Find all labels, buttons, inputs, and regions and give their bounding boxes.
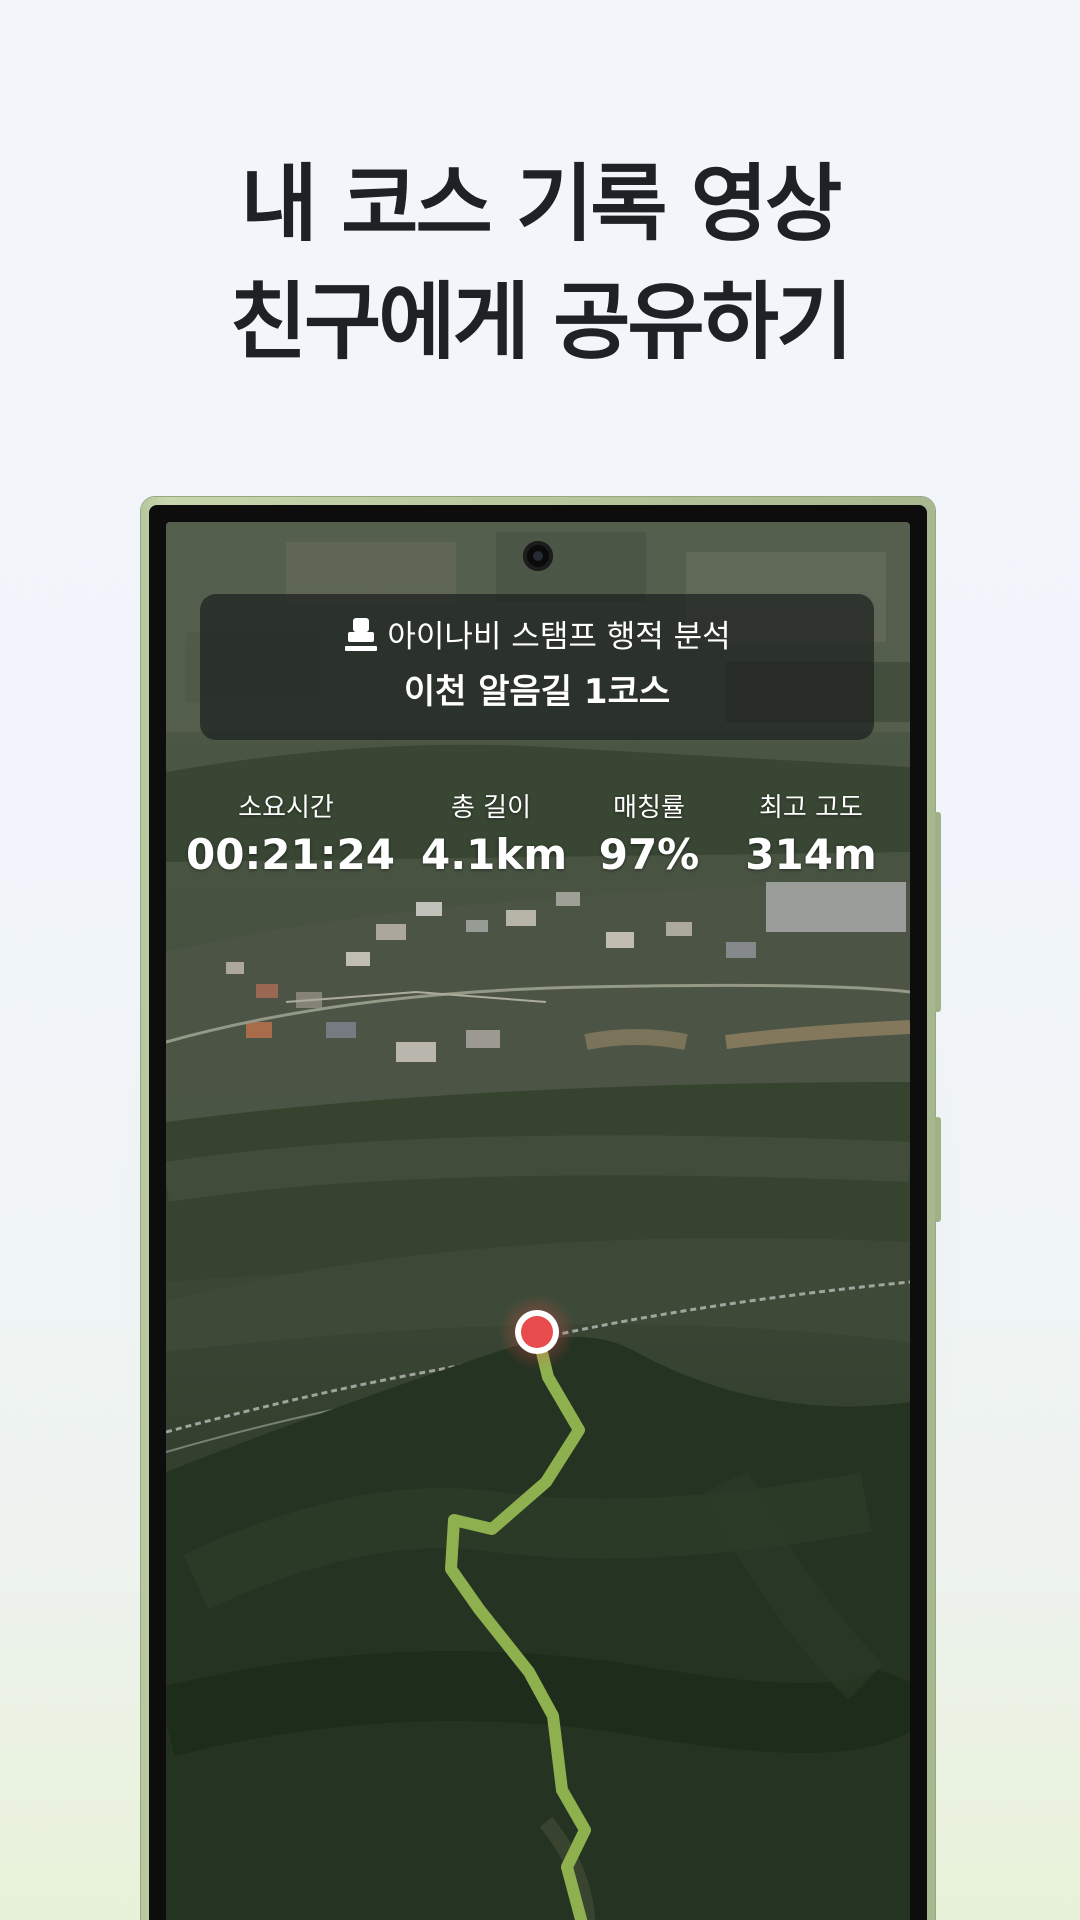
course-name: 이천 알음길 1코스 — [403, 672, 671, 712]
headline: 내 코스 기록 영상 친구에게 공유하기 — [0, 145, 1080, 381]
stat-duration: 소요시간 00:21:24 — [186, 790, 395, 882]
stat-label: 최고 고도 — [759, 793, 863, 823]
stat-value: 97% — [598, 830, 700, 879]
card-subtitle: 아이나비 스탬프 행적 분석 — [387, 619, 731, 655]
stat-total-length: 총 길이 4.1km — [421, 790, 568, 882]
stat-max-altitude: 최고 고도 314m — [731, 790, 891, 882]
stat-label: 총 길이 — [450, 793, 532, 823]
stamp-icon — [345, 618, 378, 651]
stat-matching-rate: 매칭률 97% — [584, 790, 714, 882]
current-position-marker — [499, 1294, 575, 1370]
headline-line-2: 친구에게 공유하기 — [229, 273, 854, 371]
phone-screen: 아이나비 스탬프 행적 분석 이천 알음길 1코스 소요시간 00:21:24 … — [166, 522, 910, 1920]
stats-row: 소요시간 00:21:24 총 길이 4.1km 매칭률 97% 최고 고도 3… — [166, 790, 910, 890]
course-info-card: 아이나비 스탬프 행적 분석 이천 알음길 1코스 — [200, 594, 874, 740]
power-button — [935, 1117, 941, 1222]
stat-label: 매칭률 — [613, 793, 685, 823]
stat-value: 4.1km — [421, 830, 568, 879]
stat-label: 소요시간 — [238, 793, 334, 823]
stat-value: 314m — [745, 830, 877, 879]
volume-button — [935, 812, 941, 1012]
card-subtitle-row: 아이나비 스탬프 행적 분석 — [200, 616, 874, 657]
headline-line-1: 내 코스 기록 영상 — [240, 155, 843, 253]
front-camera — [523, 541, 553, 571]
phone-mockup: 아이나비 스탬프 행적 분석 이천 알음길 1코스 소요시간 00:21:24 … — [141, 497, 941, 1920]
stat-value: 00:21:24 — [186, 830, 395, 879]
